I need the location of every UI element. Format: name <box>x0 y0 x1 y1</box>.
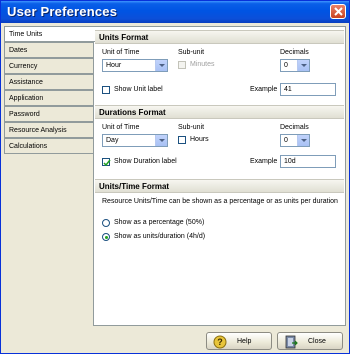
units-format-heading: Units Format <box>95 30 344 44</box>
chevron-down-icon <box>155 60 167 71</box>
tab-assistance[interactable]: Assistance <box>4 74 93 90</box>
tab-calculations[interactable]: Calculations <box>4 138 93 154</box>
checkmark-icon <box>103 159 111 167</box>
title-bar[interactable]: User Preferences <box>1 1 349 23</box>
radio-show-percentage-label: Show as a percentage (50%) <box>114 219 205 226</box>
durations-unit-of-time-label: Unit of Time <box>102 124 140 131</box>
dialog-client: Time Units Dates Currency Assistance App… <box>4 26 346 352</box>
units-time-description: Resource Units/Time can be shown as a pe… <box>102 198 338 205</box>
units-unit-of-time-label: Unit of Time <box>102 49 140 56</box>
units-subunit-minutes-label: Minutes <box>190 61 215 68</box>
svg-text:?: ? <box>217 337 223 347</box>
chevron-down-icon <box>297 135 309 146</box>
window-title: User Preferences <box>7 4 118 19</box>
tab-time-units[interactable]: Time Units <box>4 26 95 42</box>
radio-show-percentage[interactable] <box>102 219 110 227</box>
durations-format-heading: Durations Format <box>95 105 344 119</box>
help-button[interactable]: ? Help <box>206 332 272 350</box>
show-duration-label-checkbox[interactable] <box>102 158 111 167</box>
help-icon: ? <box>213 335 227 351</box>
durations-subunit-label: Sub-unit <box>178 124 205 131</box>
chevron-down-icon <box>155 135 167 146</box>
units-unit-of-time-select[interactable]: Hour <box>102 59 168 72</box>
show-unit-label-text: Show Unit label <box>114 86 163 93</box>
durations-example-label: Example <box>250 158 278 165</box>
tab-application[interactable]: Application <box>4 90 93 106</box>
show-unit-label-checkbox[interactable] <box>102 86 110 94</box>
radio-selected-dot <box>105 236 108 239</box>
durations-unit-of-time-select[interactable]: Day <box>102 134 168 147</box>
close-icon <box>334 7 343 16</box>
units-subunit-label: Sub-unit <box>178 49 205 56</box>
durations-example-field[interactable]: 10d <box>280 155 336 168</box>
units-example-label: Example <box>250 86 278 93</box>
window-close-button[interactable] <box>330 4 346 19</box>
time-units-panel: Units Format Unit of Time Hour Sub-unit … <box>93 26 346 326</box>
chevron-down-icon <box>297 60 309 71</box>
radio-show-units-duration[interactable] <box>102 233 110 241</box>
durations-subunit-hours-label: Hours <box>190 136 209 143</box>
tab-dates[interactable]: Dates <box>4 42 93 58</box>
units-decimals-label: Decimals <box>280 49 309 56</box>
show-duration-label-text: Show Duration label <box>114 158 177 165</box>
user-preferences-window: User Preferences Time Units Dates Curren… <box>0 0 350 354</box>
door-close-icon <box>284 335 298 351</box>
units-subunit-minutes-checkbox <box>178 61 186 69</box>
units-time-format-heading: Units/Time Format <box>95 179 344 193</box>
durations-decimals-label: Decimals <box>280 124 309 131</box>
units-decimals-select[interactable]: 0 <box>280 59 310 72</box>
durations-decimals-select[interactable]: 0 <box>280 134 310 147</box>
tab-currency[interactable]: Currency <box>4 58 93 74</box>
radio-show-units-duration-label: Show as units/duration (4h/d) <box>114 233 206 240</box>
units-example-field[interactable]: 41 <box>280 83 336 96</box>
tab-resource-analysis[interactable]: Resource Analysis <box>4 122 93 138</box>
durations-subunit-hours-checkbox[interactable] <box>178 136 186 144</box>
close-button[interactable]: Close <box>277 332 343 350</box>
tab-password[interactable]: Password <box>4 106 93 122</box>
